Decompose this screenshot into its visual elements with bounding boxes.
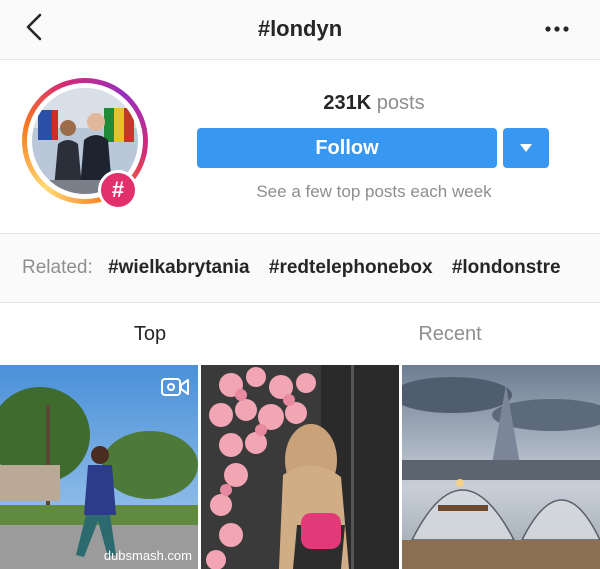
posts-count: 231K	[323, 92, 372, 114]
video-watermark: dubsmash.com	[103, 548, 192, 563]
posts-count-line: 231K posts	[198, 92, 550, 115]
tab-top[interactable]: Top	[0, 323, 300, 346]
related-hashtags-bar: Related: #wielkabrytania #redtelephonebo…	[0, 233, 600, 303]
post-grid: dubsmash.com	[0, 365, 600, 569]
hashtag-badge-icon: #	[98, 170, 138, 210]
posts-label: posts	[376, 92, 425, 114]
video-camera-icon	[160, 375, 190, 399]
more-options-button[interactable]	[544, 22, 570, 34]
related-tag-redtelephonebox[interactable]: #redtelephonebox	[269, 257, 433, 278]
hashtag-title: #londyn	[257, 16, 343, 41]
post-thumbnail-photo[interactable]	[201, 365, 399, 569]
follow-options-button[interactable]	[503, 128, 549, 168]
post-thumbnail-photo[interactable]	[402, 365, 600, 569]
related-tag-wielkabrytania[interactable]: #wielkabrytania	[108, 257, 250, 278]
top-navigation-bar: #londyn	[0, 0, 600, 60]
related-label: Related:	[22, 257, 93, 278]
feed-tabs: Top Recent	[0, 303, 600, 365]
hashtag-avatar[interactable]: #	[22, 78, 148, 210]
tab-recent[interactable]: Recent	[300, 323, 600, 346]
hashtag-header: # 231K posts Follow See a few top posts …	[0, 60, 600, 233]
follow-description: See a few top posts each week	[256, 182, 492, 201]
caret-down-icon	[520, 144, 532, 152]
more-horizontal-icon	[545, 26, 569, 32]
post-thumbnail-video[interactable]: dubsmash.com	[0, 365, 198, 569]
related-tag-londonstre[interactable]: #londonstre	[452, 257, 561, 278]
follow-button[interactable]: Follow	[197, 128, 497, 168]
